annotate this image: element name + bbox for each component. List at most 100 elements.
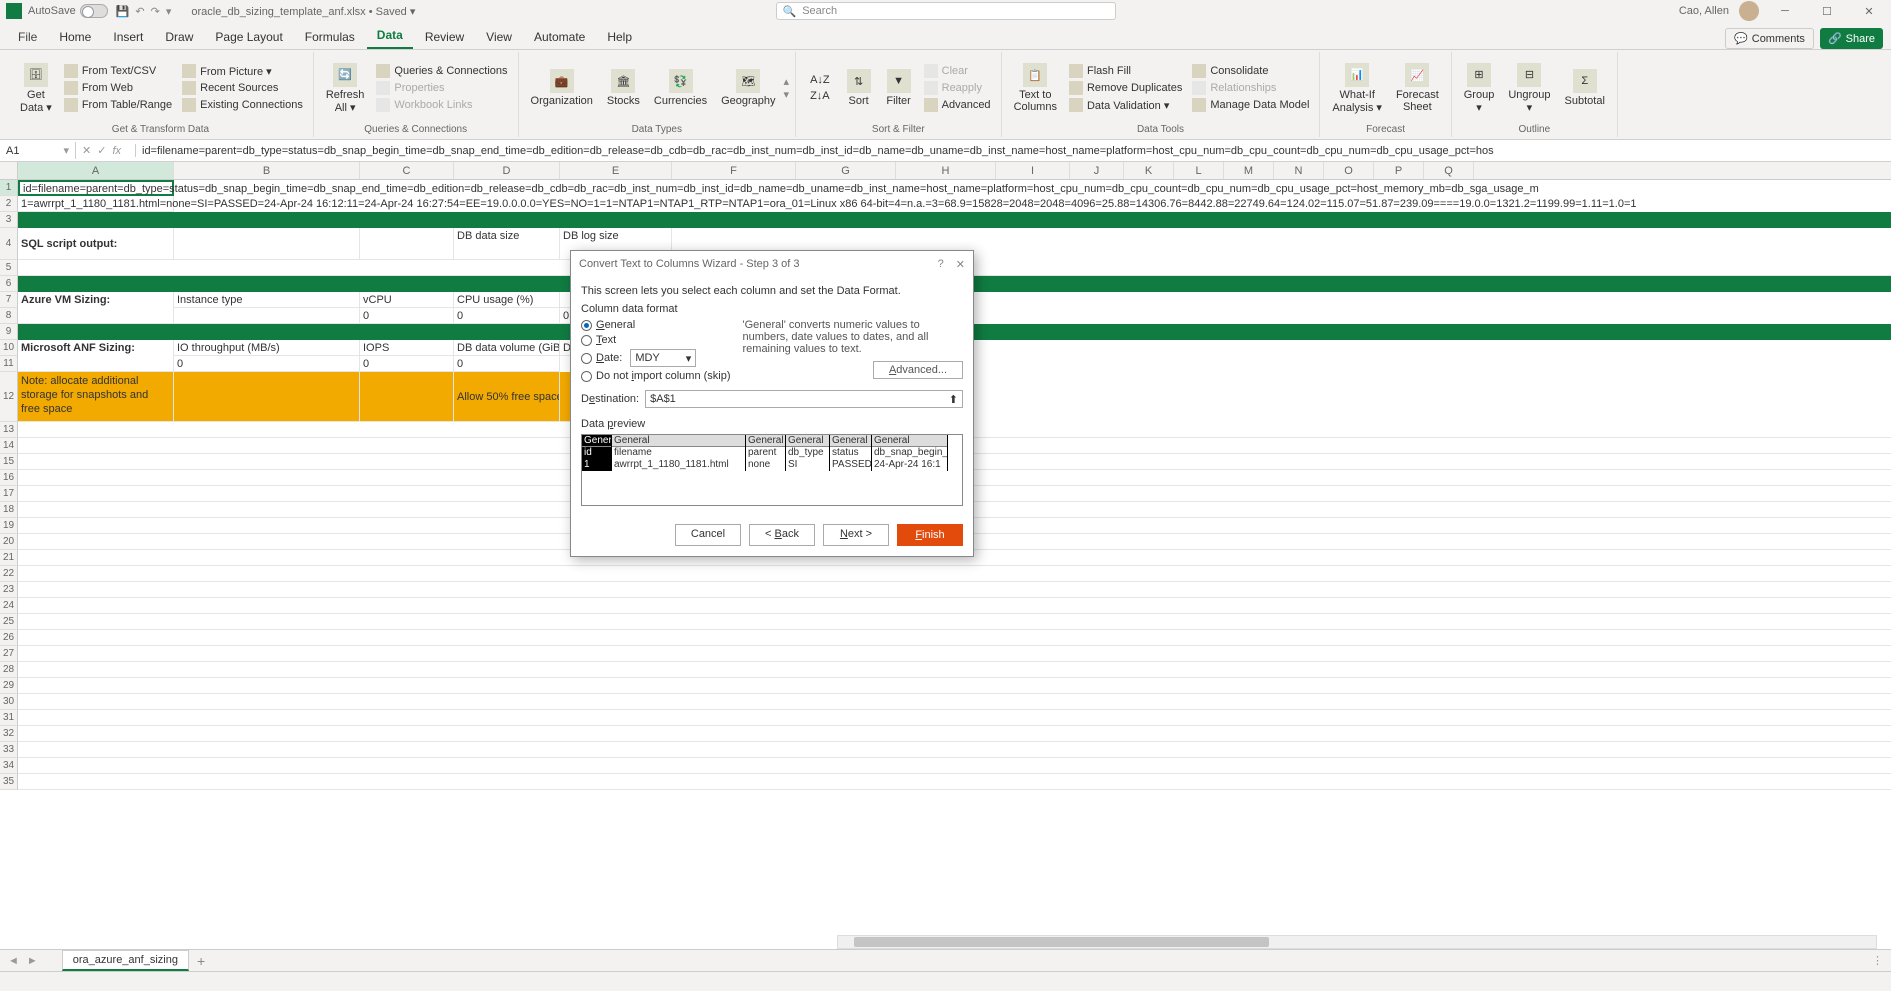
next-button[interactable]: Next > <box>823 524 889 546</box>
row-header-26[interactable]: 26 <box>0 630 18 646</box>
advanced-filter-button[interactable]: Advanced <box>920 97 995 113</box>
cell-d10[interactable]: DB data volume (GiB) <box>454 340 560 356</box>
currencies-button[interactable]: 💱Currencies <box>648 54 713 122</box>
formula-input[interactable]: id=filename=parent=db_type=status=db_sna… <box>136 143 1891 159</box>
enter-formula-icon[interactable]: ✓ <box>97 144 106 157</box>
row-header-12[interactable]: 12 <box>0 372 18 422</box>
group-button[interactable]: ⊞Group ▾ <box>1458 54 1501 122</box>
column-header-h[interactable]: H <box>896 162 996 179</box>
sort-desc-button[interactable]: Z↓A <box>806 89 834 103</box>
cell-c8[interactable]: 0 <box>360 308 454 324</box>
row-header-6[interactable]: 6 <box>0 276 18 292</box>
row-header-19[interactable]: 19 <box>0 518 18 534</box>
avatar[interactable] <box>1739 1 1759 21</box>
datatype-prev-icon[interactable]: ▴ <box>784 75 790 88</box>
row-header-28[interactable]: 28 <box>0 662 18 678</box>
toggle-off-icon[interactable] <box>80 4 108 18</box>
cell-a4[interactable]: SQL script output: <box>18 228 174 260</box>
namebox-dropdown-icon[interactable]: ▾ <box>63 144 69 157</box>
organization-button[interactable]: 💼Organization <box>525 54 599 122</box>
minimize-button[interactable]: ─ <box>1769 1 1801 21</box>
geography-button[interactable]: 🗺Geography <box>715 54 781 122</box>
select-all-corner[interactable] <box>0 162 18 179</box>
what-if-button[interactable]: 📊What-If Analysis ▾ <box>1326 54 1388 122</box>
comments-button[interactable]: 💬 Comments <box>1725 28 1814 49</box>
sheet-tab-active[interactable]: ora_azure_anf_sizing <box>62 950 189 971</box>
ungroup-button[interactable]: ⊟Ungroup ▾ <box>1502 54 1556 122</box>
row-header-11[interactable]: 11 <box>0 356 18 372</box>
cell-b11[interactable]: 0 <box>174 356 360 372</box>
column-header-g[interactable]: G <box>796 162 896 179</box>
column-header-l[interactable]: L <box>1174 162 1224 179</box>
column-header-p[interactable]: P <box>1374 162 1424 179</box>
cell-d12[interactable]: Allow 50% free space <box>454 372 560 422</box>
radio-skip[interactable]: Do not import column (skip) <box>581 370 731 382</box>
tab-data[interactable]: Data <box>367 23 413 49</box>
row-header-14[interactable]: 14 <box>0 438 18 454</box>
row-header-27[interactable]: 27 <box>0 646 18 662</box>
user-name[interactable]: Cao, Allen <box>1679 5 1729 17</box>
tab-file[interactable]: File <box>8 25 47 49</box>
cell-b10[interactable]: IO throughput (MB/s) <box>174 340 360 356</box>
cell-c11[interactable]: 0 <box>360 356 454 372</box>
column-header-d[interactable]: D <box>454 162 560 179</box>
sort-asc-button[interactable]: A↓Z <box>806 73 834 87</box>
sheet-nav-next-icon[interactable]: ► <box>27 955 38 967</box>
cancel-button[interactable]: Cancel <box>675 524 741 546</box>
tab-draw[interactable]: Draw <box>155 25 203 49</box>
row-header-8[interactable]: 8 <box>0 308 18 324</box>
column-header-j[interactable]: J <box>1070 162 1124 179</box>
dialog-help-icon[interactable]: ? <box>938 258 944 271</box>
column-header-q[interactable]: Q <box>1424 162 1474 179</box>
row-header-5[interactable]: 5 <box>0 260 18 276</box>
redo-icon[interactable]: ↷ <box>151 5 160 18</box>
document-filename[interactable]: oracle_db_sizing_template_anf.xlsx • Sav… <box>191 5 415 18</box>
advanced-button[interactable]: Advanced... <box>873 361 963 379</box>
row-header-15[interactable]: 15 <box>0 454 18 470</box>
undo-icon[interactable]: ↶ <box>135 5 144 18</box>
autosave-toggle[interactable]: AutoSave <box>28 4 108 18</box>
row-header-24[interactable]: 24 <box>0 598 18 614</box>
tab-automate[interactable]: Automate <box>524 25 595 49</box>
data-validation-button[interactable]: Data Validation ▾ <box>1065 97 1186 113</box>
column-header-m[interactable]: M <box>1224 162 1274 179</box>
cell-a12[interactable]: Note: allocate additional storage for sn… <box>18 372 174 422</box>
get-data-button[interactable]: 🗄Get Data ▾ <box>14 54 58 122</box>
row-header-7[interactable]: 7 <box>0 292 18 308</box>
column-header-n[interactable]: N <box>1274 162 1324 179</box>
row-header-31[interactable]: 31 <box>0 710 18 726</box>
tab-help[interactable]: Help <box>597 25 642 49</box>
cell-c7[interactable]: vCPU <box>360 292 454 308</box>
row-header-32[interactable]: 32 <box>0 726 18 742</box>
destination-input[interactable]: $A$1⬆ <box>645 390 963 408</box>
cell-d8[interactable]: 0 <box>454 308 560 324</box>
tab-view[interactable]: View <box>476 25 522 49</box>
tab-review[interactable]: Review <box>415 25 474 49</box>
column-header-e[interactable]: E <box>560 162 672 179</box>
cell-a2[interactable]: 1=awrrpt_1_1180_1181.html=none=SI=PASSED… <box>18 196 174 212</box>
row-header-33[interactable]: 33 <box>0 742 18 758</box>
row-header-25[interactable]: 25 <box>0 614 18 630</box>
finish-button[interactable]: Finish <box>897 524 963 546</box>
radio-text[interactable]: Text <box>581 334 731 346</box>
row-header-4[interactable]: 4 <box>0 228 18 260</box>
tab-insert[interactable]: Insert <box>103 25 153 49</box>
column-header-c[interactable]: C <box>360 162 454 179</box>
dialog-close-icon[interactable]: ✕ <box>956 258 965 271</box>
save-icon[interactable]: 💾 <box>116 5 130 18</box>
qat-dropdown-icon[interactable]: ▾ <box>166 5 172 18</box>
subtotal-button[interactable]: ΣSubtotal <box>1559 54 1611 122</box>
row-header-9[interactable]: 9 <box>0 324 18 340</box>
row-header-20[interactable]: 20 <box>0 534 18 550</box>
row-header-35[interactable]: 35 <box>0 774 18 790</box>
cancel-formula-icon[interactable]: ✕ <box>82 144 91 157</box>
row-header-29[interactable]: 29 <box>0 678 18 694</box>
refresh-all-button[interactable]: 🔄Refresh All ▾ <box>320 54 371 122</box>
cell-a7[interactable]: Azure VM Sizing: <box>18 292 174 308</box>
column-header-f[interactable]: F <box>672 162 796 179</box>
date-format-dropdown[interactable]: MDY▾ <box>630 349 696 367</box>
datatype-next-icon[interactable]: ▾ <box>784 88 790 101</box>
row-header-1[interactable]: 1 <box>0 180 18 196</box>
tab-formulas[interactable]: Formulas <box>295 25 365 49</box>
dialog-titlebar[interactable]: Convert Text to Columns Wizard - Step 3 … <box>571 251 973 277</box>
